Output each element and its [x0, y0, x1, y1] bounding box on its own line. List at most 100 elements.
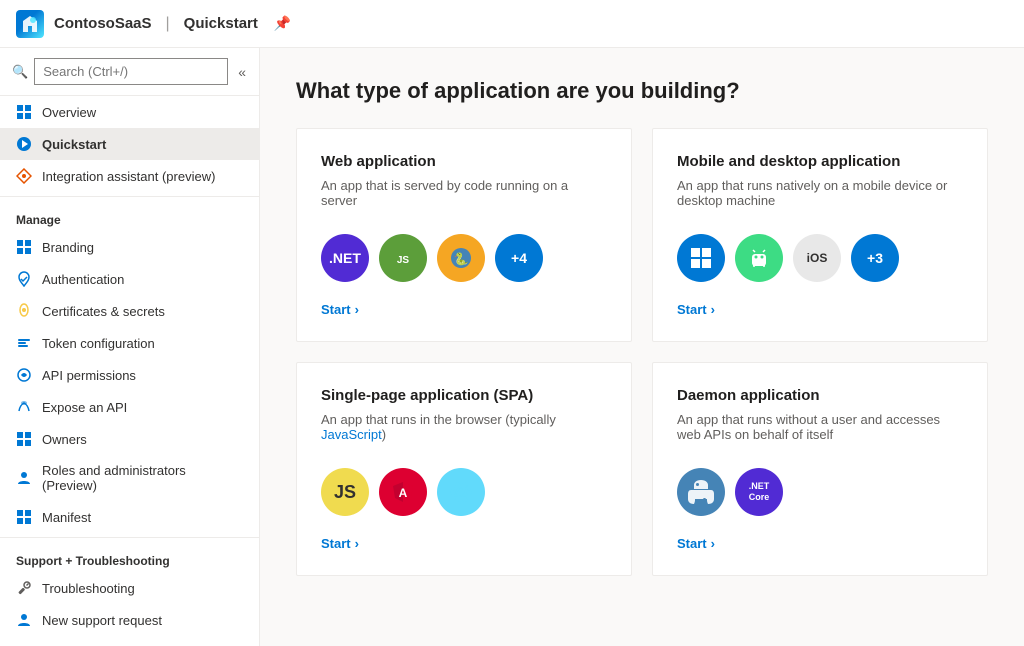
sidebar-item-label: Branding — [42, 240, 94, 255]
sidebar-item-roles[interactable]: Roles and administrators (Preview) — [0, 455, 259, 501]
main-content: What type of application are you buildin… — [260, 48, 1024, 646]
sidebar-item-label: New support request — [42, 613, 162, 628]
card-web-app-title: Web application — [321, 153, 607, 170]
card-mobile-desktop[interactable]: Mobile and desktop application An app th… — [652, 128, 988, 342]
card-spa-logos: JS A — [321, 468, 607, 516]
manage-section-label: Manage — [0, 201, 259, 231]
sidebar-item-label: Owners — [42, 432, 87, 447]
page-title: What type of application are you buildin… — [296, 78, 988, 104]
sidebar-item-label: Token configuration — [42, 336, 155, 351]
plus4-badge: +4 — [495, 234, 543, 282]
app-logo — [16, 10, 44, 38]
support-divider — [0, 537, 259, 538]
sidebar-item-owners[interactable]: Owners — [0, 423, 259, 455]
python-logo: 🐍 — [437, 234, 485, 282]
api-permissions-icon — [16, 367, 32, 383]
card-mobile-desc: An app that runs natively on a mobile de… — [677, 178, 963, 214]
sidebar-item-label: Authentication — [42, 272, 124, 287]
sidebar-item-label: Certificates & secrets — [42, 304, 165, 319]
roles-icon — [16, 470, 32, 486]
card-web-app-logos: .NET JS 🐍 +4 — [321, 234, 607, 282]
branding-icon — [16, 239, 32, 255]
sidebar-item-troubleshooting[interactable]: Troubleshooting — [0, 572, 259, 604]
sidebar-item-token[interactable]: Token configuration — [0, 327, 259, 359]
title-divider: | — [166, 15, 170, 33]
card-mobile-start[interactable]: Start › — [677, 302, 963, 317]
overview-icon — [16, 104, 32, 120]
card-web-app-start[interactable]: Start › — [321, 302, 607, 317]
start-chevron-icon: › — [355, 536, 359, 551]
pin-icon[interactable]: 📌 — [274, 15, 291, 32]
top-bar: ContosoSaaS | Quickstart 📌 — [0, 0, 1024, 48]
card-daemon[interactable]: Daemon application An app that runs with… — [652, 362, 988, 576]
app-type-grid: Web application An app that is served by… — [296, 128, 988, 576]
angular-logo: A — [379, 468, 427, 516]
owners-icon — [16, 431, 32, 447]
sidebar-item-new-support[interactable]: New support request — [0, 604, 259, 636]
svg-text:A: A — [399, 486, 408, 500]
sidebar-item-label: Integration assistant (preview) — [42, 169, 215, 184]
sidebar-search-row: 🔍 « — [0, 48, 259, 96]
resource-name: ContosoSaaS — [54, 15, 152, 32]
search-input[interactable] — [34, 58, 228, 85]
integration-icon — [16, 168, 32, 184]
expose-api-icon — [16, 399, 32, 415]
collapse-button[interactable]: « — [234, 62, 250, 82]
sidebar-item-certificates[interactable]: Certificates & secrets — [0, 295, 259, 327]
card-mobile-title: Mobile and desktop application — [677, 153, 963, 170]
card-daemon-title: Daemon application — [677, 387, 963, 404]
card-web-app-desc: An app that is served by code running on… — [321, 178, 607, 214]
python-daemon-logo — [677, 468, 725, 516]
plus3-badge: +3 — [851, 234, 899, 282]
troubleshooting-icon — [16, 580, 32, 596]
android-logo — [735, 234, 783, 282]
net-logo: .NET — [321, 234, 369, 282]
js-logo: JS — [321, 468, 369, 516]
ios-logo: iOS — [793, 234, 841, 282]
sidebar-item-label: Expose an API — [42, 400, 127, 415]
card-spa[interactable]: Single-page application (SPA) An app tha… — [296, 362, 632, 576]
sidebar-item-integration[interactable]: Integration assistant (preview) — [0, 160, 259, 192]
support-section-label: Support + Troubleshooting — [0, 542, 259, 572]
card-spa-start[interactable]: Start › — [321, 536, 607, 551]
card-web-app[interactable]: Web application An app that is served by… — [296, 128, 632, 342]
sidebar-item-label: API permissions — [42, 368, 136, 383]
svg-text:JS: JS — [397, 255, 410, 266]
sidebar-item-label: Quickstart — [42, 137, 106, 152]
sidebar-item-label: Overview — [42, 105, 96, 120]
net-core-logo: .NETCore — [735, 468, 783, 516]
sidebar-item-quickstart[interactable]: Quickstart — [0, 128, 259, 160]
authentication-icon — [16, 271, 32, 287]
svg-text:🐍: 🐍 — [454, 252, 469, 266]
sidebar-item-authentication[interactable]: Authentication — [0, 263, 259, 295]
search-icon: 🔍 — [12, 64, 28, 80]
manifest-icon — [16, 509, 32, 525]
card-daemon-start[interactable]: Start › — [677, 536, 963, 551]
sidebar: 🔍 « Overview Quickstart Integration assi… — [0, 48, 260, 646]
card-daemon-logos: .NETCore — [677, 468, 963, 516]
sidebar-item-manifest[interactable]: Manifest — [0, 501, 259, 533]
token-icon — [16, 335, 32, 351]
new-support-icon — [16, 612, 32, 628]
manage-divider — [0, 196, 259, 197]
quickstart-icon — [16, 136, 32, 152]
windows-logo — [677, 234, 725, 282]
sidebar-item-label: Manifest — [42, 510, 91, 525]
sidebar-item-overview[interactable]: Overview — [0, 96, 259, 128]
sidebar-item-label: Troubleshooting — [42, 581, 135, 596]
react-logo — [437, 468, 485, 516]
card-spa-desc: An app that runs in the browser (typical… — [321, 412, 607, 448]
certificates-icon — [16, 303, 32, 319]
card-mobile-logos: iOS +3 — [677, 234, 963, 282]
sidebar-item-branding[interactable]: Branding — [0, 231, 259, 263]
start-chevron-icon: › — [711, 536, 715, 551]
sidebar-item-api-permissions[interactable]: API permissions — [0, 359, 259, 391]
sidebar-item-expose-api[interactable]: Expose an API — [0, 391, 259, 423]
card-spa-title: Single-page application (SPA) — [321, 387, 607, 404]
sidebar-item-label: Roles and administrators (Preview) — [42, 463, 243, 493]
page-subtitle: Quickstart — [184, 15, 258, 32]
card-daemon-desc: An app that runs without a user and acce… — [677, 412, 963, 448]
start-chevron-icon: › — [355, 302, 359, 317]
nodejs-logo: JS — [379, 234, 427, 282]
start-chevron-icon: › — [711, 302, 715, 317]
